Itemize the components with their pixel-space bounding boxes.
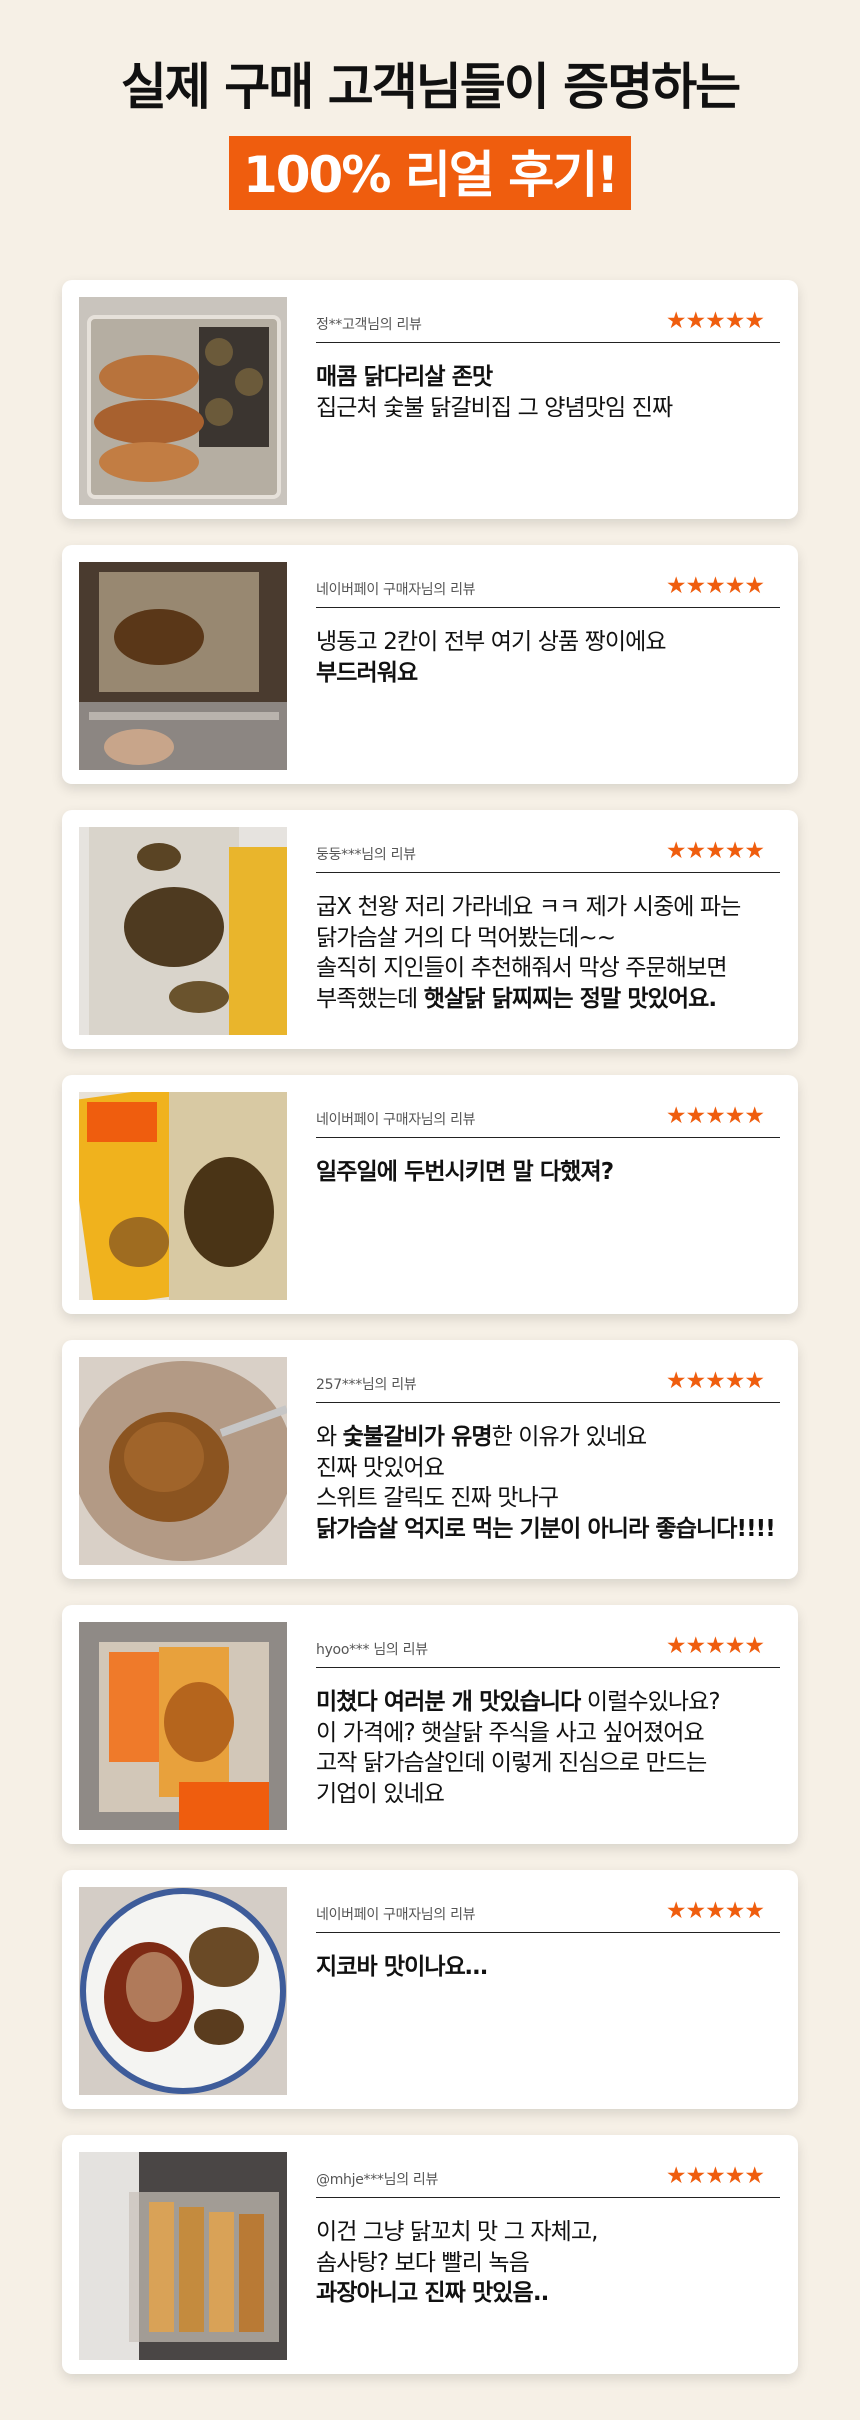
headline: 실제 구매 고객님들이 증명하는 100% 리얼 후기! — [0, 62, 860, 210]
review-photo — [79, 297, 287, 505]
review-line: 고작 닭가슴살인데 이렇게 진심으로 만드는 — [316, 1748, 788, 1779]
review-text: 이건 그냥 닭꼬치 맛 그 자체고, 솜사탕? 보다 빨리 녹음과장아니고 진짜 … — [316, 2217, 788, 2309]
review-line: 냉동고 2칸이 전부 여기 상품 짱이에요 — [316, 627, 788, 658]
review-text-bold: 숯불갈비가 유명 — [342, 1424, 493, 1450]
reviewer-name: hyoo*** 님의 리뷰 — [316, 1642, 428, 1658]
rating-stars: ★★★★★ — [665, 573, 765, 599]
review-text: 미쳤다 여러분 개 맛있습니다 이럴수있나요? 이 가격에? 햇살닭 주식을 사고… — [316, 1687, 788, 1809]
review-text-segment: 스위트 갈릭도 진짜 맛나구 — [316, 1485, 559, 1511]
review-photo — [79, 562, 287, 770]
review-photo — [79, 1092, 287, 1300]
review-line: 지코바 맛이나요… — [316, 1952, 788, 1983]
review-text-segment: 부족했는데 — [316, 985, 424, 1012]
review-text-segment: 진짜 맛있어요 — [316, 1454, 445, 1481]
review-line: 닭가슴살 거의 다 먹어봤는데~~ — [316, 923, 788, 954]
review-text-segment: 집근처 숯불 닭갈비집 그 양념맛임 진짜 — [316, 394, 673, 421]
rating-stars: ★★★★★ — [665, 2163, 765, 2189]
review-header: hyoo*** 님의 리뷰 ★★★★★ — [316, 1633, 780, 1668]
reviewer-name: 둥둥***님의 리뷰 — [316, 847, 416, 863]
review-card: 둥둥***님의 리뷰 ★★★★★ 굽X 천왕 저리 가라네요 ㅋㅋ 제가 시중에 파… — [62, 810, 798, 1049]
review-text-segment: 냉동고 2칸이 전부 여기 상품 짱이에요 — [316, 629, 667, 655]
headline-line2-highlight: 100% 리얼 후기! — [228, 136, 632, 210]
review-card: 정**고객님의 리뷰 ★★★★★ 매콤 닭다리살 존맛집근처 숯불 닭갈비집 그 양… — [62, 280, 798, 519]
review-card: 네이버페이 구매자님의 리뷰 ★★★★★ 냉동고 2칸이 전부 여기 상품 짱이에요… — [62, 545, 798, 784]
rating-stars: ★★★★★ — [665, 838, 765, 864]
rating-stars: ★★★★★ — [665, 1103, 765, 1129]
review-text-bold: 과장아니고 진짜 맛있음.. — [316, 2280, 549, 2306]
review-line: 부족했는데 햇살닭 닭찌찌는 정말 맛있어요. — [316, 984, 788, 1015]
review-line: 닭가슴살 억지로 먹는 기분이 아니라 좋습니다!!!! — [316, 1514, 788, 1545]
review-header: @mhje***님의 리뷰 ★★★★★ — [316, 2163, 780, 2198]
reviewer-name: 네이버페이 구매자님의 리뷰 — [316, 1907, 476, 1923]
reviewer-name: @mhje***님의 리뷰 — [316, 2172, 439, 2188]
review-photo — [79, 1357, 287, 1565]
review-line: 일주일에 두번시키면 말 다했져? — [316, 1157, 788, 1188]
review-text: 냉동고 2칸이 전부 여기 상품 짱이에요부드러워요 — [316, 627, 788, 688]
review-line: 기업이 있네요 — [316, 1779, 788, 1810]
review-text-segment: 이럴수있나요? — [580, 1689, 721, 1715]
review-card: 257***님의 리뷰 ★★★★★ 와 숯불갈비가 유명한 이유가 있네요 진짜 맛있… — [62, 1340, 798, 1579]
rating-stars: ★★★★★ — [665, 1633, 765, 1659]
review-text-segment: 기업이 있네요 — [316, 1780, 445, 1807]
review-text-segment: 솜사탕? 보다 빨리 녹음 — [316, 2249, 530, 2276]
review-page: 실제 구매 고객님들이 증명하는 100% 리얼 후기! 정**고객님의 리뷰 ★… — [0, 0, 860, 2420]
review-card: hyoo*** 님의 리뷰 ★★★★★ 미쳤다 여러분 개 맛있습니다 이럴수있나요… — [62, 1605, 798, 1844]
rating-stars: ★★★★★ — [665, 1898, 765, 1924]
rating-stars: ★★★★★ — [665, 308, 765, 334]
review-header: 정**고객님의 리뷰 ★★★★★ — [316, 308, 780, 343]
review-text: 일주일에 두번시키면 말 다했져? — [316, 1157, 788, 1188]
review-text-segment: 이건 그냥 닭꼬치 맛 그 자체고, — [316, 2219, 598, 2245]
review-line: 스위트 갈릭도 진짜 맛나구 — [316, 1483, 788, 1514]
review-photo — [79, 1622, 287, 1830]
review-line: 과장아니고 진짜 맛있음.. — [316, 2278, 788, 2309]
review-text-bold: 일주일에 두번시키면 말 다했져? — [316, 1159, 614, 1185]
review-card: @mhje***님의 리뷰 ★★★★★ 이건 그냥 닭꼬치 맛 그 자체고, 솜사탕?… — [62, 2135, 798, 2374]
review-line: 이 가격에? 햇살닭 주식을 사고 싶어졌어요 — [316, 1718, 788, 1749]
review-text: 굽X 천왕 저리 가라네요 ㅋㅋ 제가 시중에 파는닭가슴살 거의 다 먹어봤는… — [316, 892, 788, 1014]
review-line: 솔직히 지인들이 추천해줘서 막상 주문해보면 — [316, 953, 788, 984]
review-photo — [79, 1887, 287, 2095]
review-line: 와 숯불갈비가 유명한 이유가 있네요 — [316, 1422, 788, 1453]
review-line: 진짜 맛있어요 — [316, 1453, 788, 1484]
review-text-segment: 굽X 천왕 저리 가라네요 ㅋㅋ 제가 시중에 파는 — [316, 894, 741, 920]
review-photo — [79, 827, 287, 1035]
review-card: 네이버페이 구매자님의 리뷰 ★★★★★ 지코바 맛이나요… — [62, 1870, 798, 2109]
review-text-segment: 닭가슴살 거의 다 먹어봤는데~~ — [316, 924, 616, 951]
review-line: 부드러워요 — [316, 658, 788, 689]
review-text-segment: 고작 닭가슴살인데 이렇게 진심으로 만드는 — [316, 1750, 707, 1776]
review-card: 네이버페이 구매자님의 리뷰 ★★★★★ 일주일에 두번시키면 말 다했져? — [62, 1075, 798, 1314]
review-text-bold: 부드러워요 — [316, 659, 418, 686]
review-header: 둥둥***님의 리뷰 ★★★★★ — [316, 838, 780, 873]
review-text-bold: 햇살닭 닭찌찌는 정말 맛있어요. — [423, 985, 717, 1012]
review-header: 네이버페이 구매자님의 리뷰 ★★★★★ — [316, 1103, 780, 1138]
review-line: 미쳤다 여러분 개 맛있습니다 이럴수있나요? — [316, 1687, 788, 1718]
review-text: 매콤 닭다리살 존맛집근처 숯불 닭갈비집 그 양념맛임 진짜 — [316, 362, 788, 423]
review-text-bold: 지코바 맛이나요… — [316, 1954, 488, 1980]
review-text-bold: 미쳤다 여러분 개 맛있습니다 — [316, 1689, 581, 1715]
reviewer-name: 257***님의 리뷰 — [316, 1377, 417, 1393]
review-text-bold: 매콤 닭다리살 존맛 — [316, 364, 493, 390]
review-header: 네이버페이 구매자님의 리뷰 ★★★★★ — [316, 1898, 780, 1933]
review-line: 굽X 천왕 저리 가라네요 ㅋㅋ 제가 시중에 파는 — [316, 892, 788, 923]
reviewer-name: 네이버페이 구매자님의 리뷰 — [316, 1112, 476, 1128]
headline-line1: 실제 구매 고객님들이 증명하는 — [120, 58, 741, 116]
review-text-segment: 와 — [316, 1424, 343, 1450]
reviewer-name: 네이버페이 구매자님의 리뷰 — [316, 582, 476, 598]
review-text: 지코바 맛이나요… — [316, 1952, 788, 1983]
review-line: 솜사탕? 보다 빨리 녹음 — [316, 2248, 788, 2279]
review-line: 매콤 닭다리살 존맛 — [316, 362, 788, 393]
review-line: 집근처 숯불 닭갈비집 그 양념맛임 진짜 — [316, 393, 788, 424]
review-header: 네이버페이 구매자님의 리뷰 ★★★★★ — [316, 573, 780, 608]
review-photo — [79, 2152, 287, 2360]
review-text-segment: 솔직히 지인들이 추천해줘서 막상 주문해보면 — [316, 955, 727, 981]
review-text: 와 숯불갈비가 유명한 이유가 있네요 진짜 맛있어요 스위트 갈릭도 진짜 맛나구… — [316, 1422, 788, 1544]
review-text-bold: 닭가슴살 억지로 먹는 기분이 아니라 좋습니다!!!! — [316, 1515, 776, 1542]
review-text-segment: 한 이유가 있네요 — [491, 1424, 648, 1450]
review-header: 257***님의 리뷰 ★★★★★ — [316, 1368, 780, 1403]
rating-stars: ★★★★★ — [665, 1368, 765, 1394]
reviewer-name: 정**고객님의 리뷰 — [316, 317, 422, 333]
review-text-segment: 이 가격에? 햇살닭 주식을 사고 싶어졌어요 — [316, 1719, 705, 1746]
review-line: 이건 그냥 닭꼬치 맛 그 자체고, — [316, 2217, 788, 2248]
